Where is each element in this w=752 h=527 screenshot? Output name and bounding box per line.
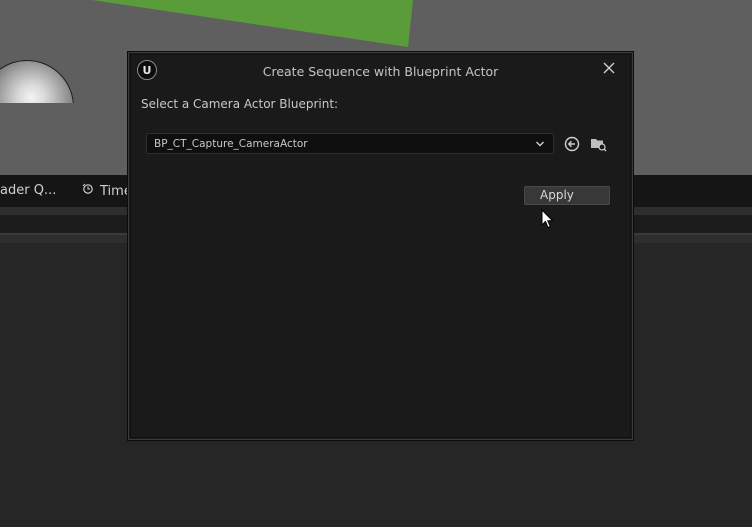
prompt-label: Select a Camera Actor Blueprint: [141, 97, 339, 111]
folder-search-icon [591, 139, 607, 152]
chevron-down-icon [536, 141, 544, 147]
tab-render-queue[interactable]: ader Q... [0, 175, 56, 207]
mouse-cursor-icon [541, 209, 554, 229]
close-icon [603, 62, 615, 74]
sphere-clip [0, 0, 140, 103]
dialog-inner-border [130, 54, 631, 438]
camera-blueprint-dropdown[interactable]: BP_CT_Capture_CameraActor [146, 133, 554, 154]
apply-button[interactable]: Apply [524, 186, 610, 205]
dropdown-selected-value: BP_CT_Capture_CameraActor [154, 138, 308, 150]
tab-render-queue-label: ader Q... [0, 183, 57, 198]
tab-time[interactable]: Time [82, 175, 132, 207]
browse-to-asset-button[interactable] [589, 135, 607, 153]
create-sequence-dialog: U Create Sequence with Blueprint Actor S… [128, 52, 633, 440]
close-button[interactable] [600, 59, 618, 77]
reflection-sphere [0, 60, 74, 103]
dialog-title: Create Sequence with Blueprint Actor [262, 64, 499, 79]
arrow-left-circle-icon [564, 136, 580, 152]
clock-icon [82, 175, 96, 207]
use-selected-asset-button[interactable] [563, 135, 581, 153]
dialog-title-bar[interactable]: U Create Sequence with Blueprint Actor [129, 53, 632, 89]
